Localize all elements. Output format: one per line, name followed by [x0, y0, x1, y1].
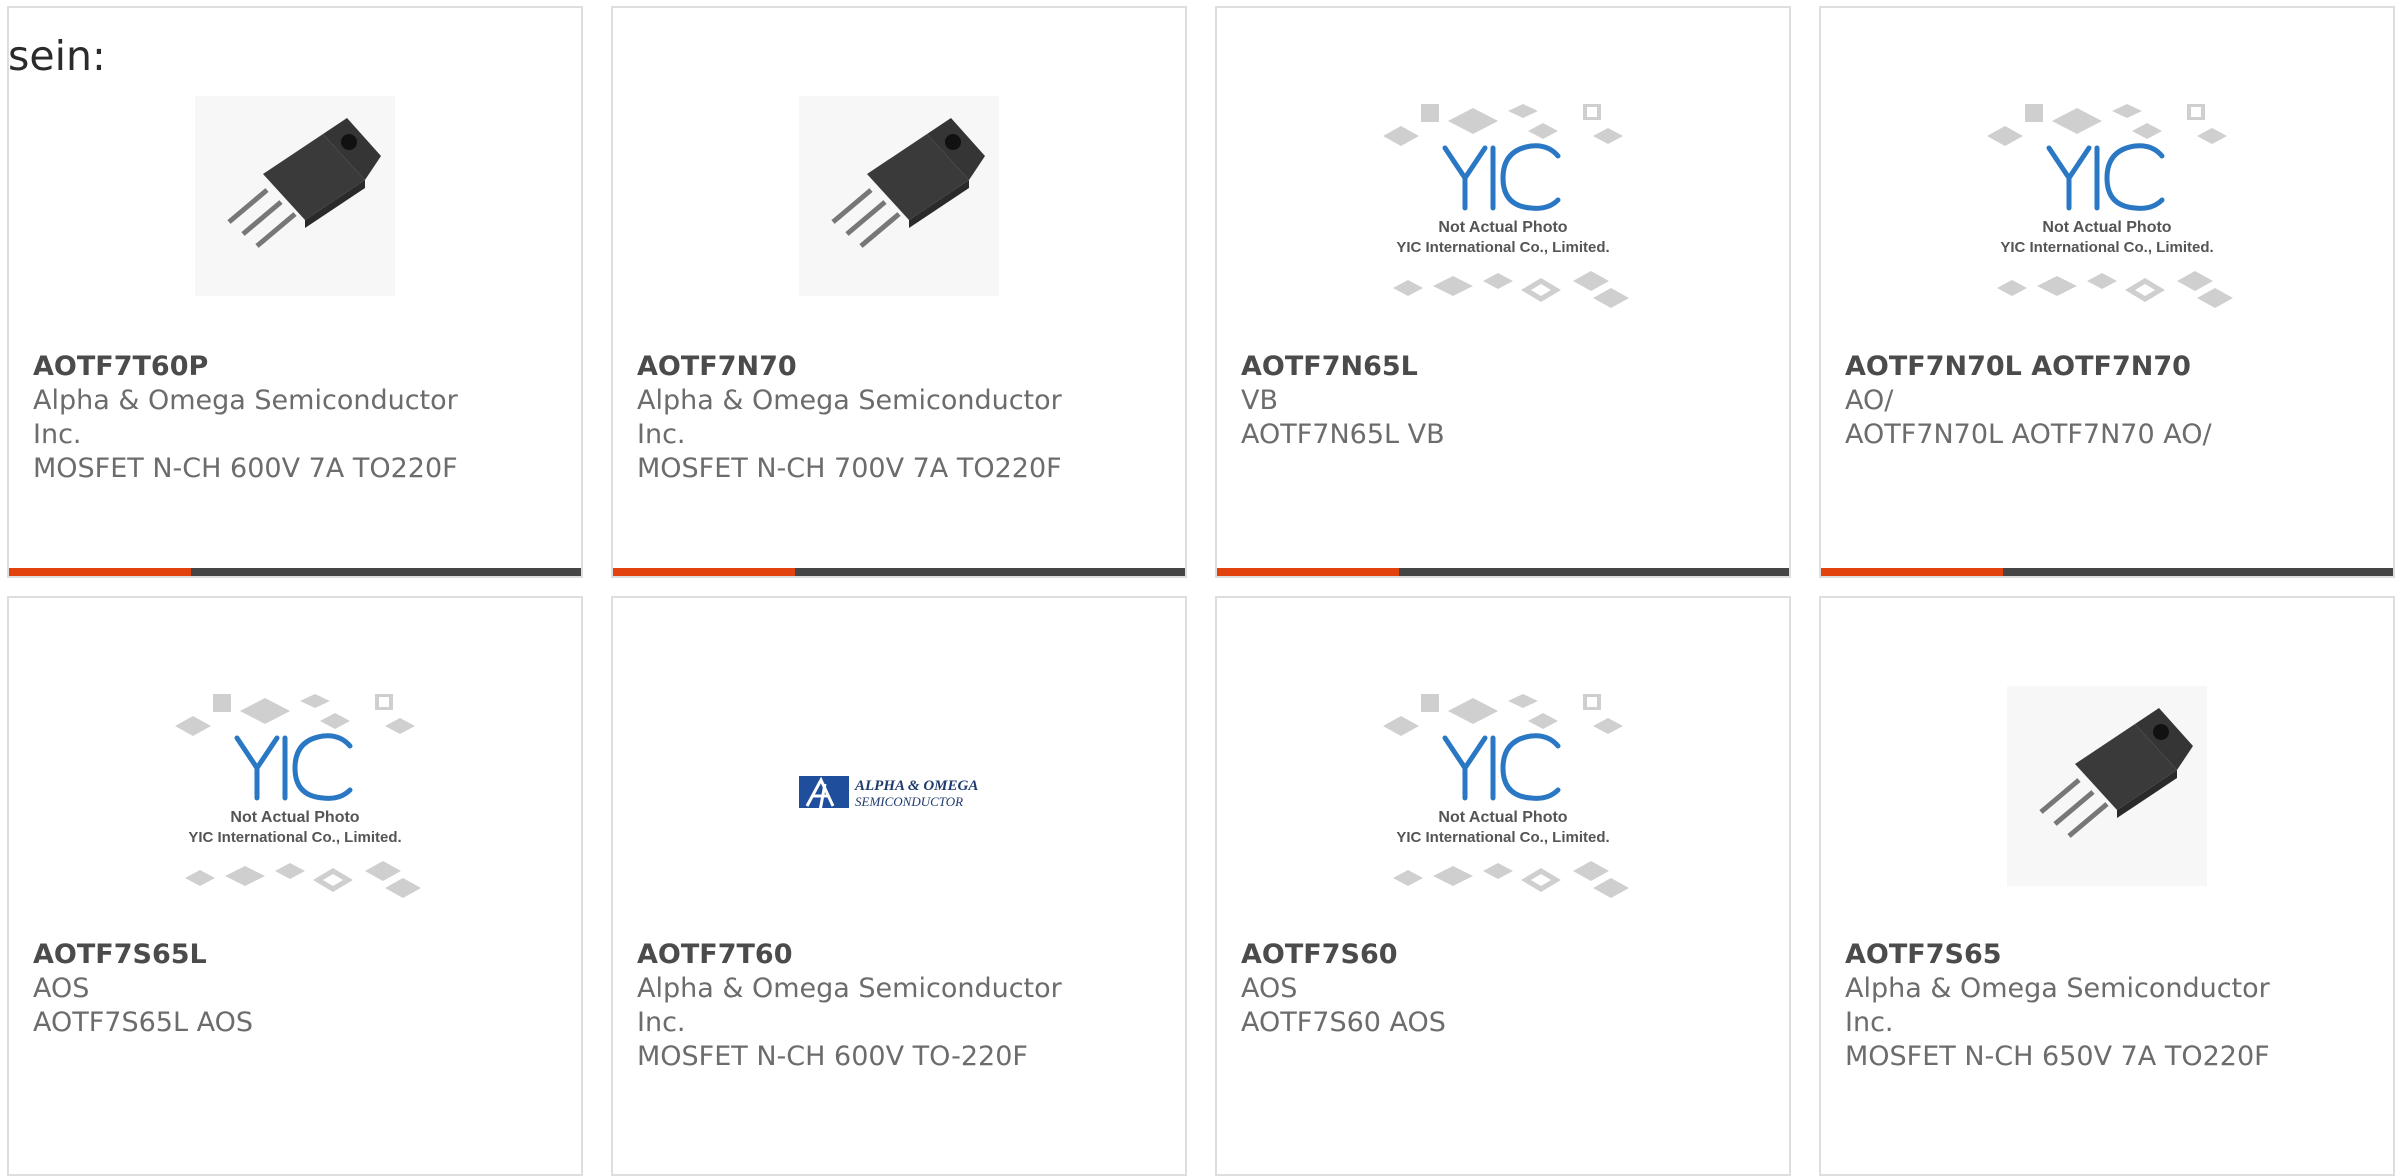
description: AOTF7N70L AOTF7N70 AO/ [1845, 419, 2212, 450]
product-image: Not Actual Photo YIC International Co., L… [1353, 76, 1653, 326]
manufacturer-suffix: Inc. [33, 419, 82, 450]
product-image: ALPHA & OMEGA SEMICONDUCTOR [749, 666, 1049, 916]
product-image [145, 76, 445, 326]
product-image: Not Actual Photo YIC International Co., L… [1957, 76, 2257, 326]
product-card[interactable]: Not Actual Photo YIC International Co., L… [1215, 6, 1791, 578]
product-image: Not Actual Photo YIC International Co., L… [1353, 666, 1653, 916]
product-card[interactable]: ALPHA & OMEGA SEMICONDUCTOR AOTF7T60 Alph… [611, 596, 1187, 1176]
manufacturer: VB [1241, 385, 1278, 416]
part-number[interactable]: AOTF7N70 [637, 350, 1165, 384]
yic-placeholder-icon: Not Actual Photo YIC International Co., L… [1383, 104, 1629, 308]
description: MOSFET N-CH 700V 7A TO220F [637, 453, 1062, 484]
manufacturer: Alpha & Omega Semiconductor [1845, 973, 2270, 1004]
description: AOTF7S65L AOS [33, 1007, 253, 1038]
svg-text:SEMICONDUCTOR: SEMICONDUCTOR [855, 794, 963, 809]
transistor-photo-icon [799, 96, 999, 296]
product-card[interactable]: AOTF7N70 Alpha & Omega Semiconductor Inc… [611, 6, 1187, 578]
product-card[interactable]: Not Actual Photo YIC International Co., L… [1819, 6, 2395, 578]
part-number[interactable]: AOTF7T60P [33, 350, 561, 384]
manufacturer: Alpha & Omega Semiconductor [637, 385, 1062, 416]
manufacturer: AOS [33, 973, 90, 1004]
description: MOSFET N-CH 600V TO-220F [637, 1041, 1028, 1072]
yic-placeholder-icon: Not Actual Photo YIC International Co., L… [175, 694, 421, 898]
yic-placeholder-icon: Not Actual Photo YIC International Co., L… [1987, 104, 2233, 308]
card-bar [613, 568, 1185, 576]
product-image: Not Actual Photo YIC International Co., L… [145, 666, 445, 916]
part-number[interactable]: AOTF7S65L [33, 938, 561, 972]
description: MOSFET N-CH 650V 7A TO220F [1845, 1041, 2270, 1072]
yic-placeholder-icon: Not Actual Photo YIC International Co., L… [1383, 694, 1629, 898]
transistor-photo-icon [2007, 686, 2207, 886]
manufacturer: AO/ [1845, 385, 1894, 416]
svg-text:YIC International Co., Limited: YIC International Co., Limited. [2000, 239, 2213, 256]
part-number[interactable]: AOTF7N65L [1241, 350, 1769, 384]
svg-text:Not Actual Photo: Not Actual Photo [1438, 809, 1567, 826]
product-card[interactable]: AOTF7S65 Alpha & Omega Semiconductor Inc… [1819, 596, 2395, 1176]
manufacturer: Alpha & Omega Semiconductor [33, 385, 458, 416]
svg-text:ALPHA & OMEGA: ALPHA & OMEGA [854, 778, 978, 794]
svg-text:Not Actual Photo: Not Actual Photo [1438, 219, 1567, 236]
manufacturer: Alpha & Omega Semiconductor [637, 973, 1062, 1004]
description: AOTF7N65L VB [1241, 419, 1445, 450]
manufacturer-suffix: Inc. [637, 419, 686, 450]
svg-text:Not Actual Photo: Not Actual Photo [2042, 219, 2171, 236]
card-bar [1217, 568, 1789, 576]
product-card[interactable]: AOTF7T60P Alpha & Omega Semiconductor In… [7, 6, 583, 578]
transistor-photo-icon [195, 96, 395, 296]
aos-logo-icon: ALPHA & OMEGASEMICONDUCTOR [799, 776, 978, 817]
product-card[interactable]: Not Actual Photo YIC International Co., L… [7, 596, 583, 1176]
svg-text:YIC International Co., Limited: YIC International Co., Limited. [188, 829, 401, 846]
part-number[interactable]: AOTF7S65 [1845, 938, 2373, 972]
description: AOTF7S60 AOS [1241, 1007, 1446, 1038]
svg-text:YIC International Co., Limited: YIC International Co., Limited. [1396, 239, 1609, 256]
product-image [1957, 666, 2257, 916]
part-number[interactable]: AOTF7N70L AOTF7N70 [1845, 350, 2373, 384]
intro-text: sein: [8, 32, 106, 80]
part-number[interactable]: AOTF7S60 [1241, 938, 1769, 972]
card-bar [9, 568, 581, 576]
description: MOSFET N-CH 600V 7A TO220F [33, 453, 458, 484]
card-bar [1821, 568, 2393, 576]
product-card[interactable]: Not Actual Photo YIC International Co., L… [1215, 596, 1791, 1176]
svg-text:YIC International Co., Limited: YIC International Co., Limited. [1396, 829, 1609, 846]
manufacturer: AOS [1241, 973, 1298, 1004]
svg-text:Not Actual Photo: Not Actual Photo [230, 809, 359, 826]
part-number[interactable]: AOTF7T60 [637, 938, 1165, 972]
manufacturer-suffix: Inc. [1845, 1007, 1894, 1038]
manufacturer-suffix: Inc. [637, 1007, 686, 1038]
product-image [749, 76, 1049, 326]
